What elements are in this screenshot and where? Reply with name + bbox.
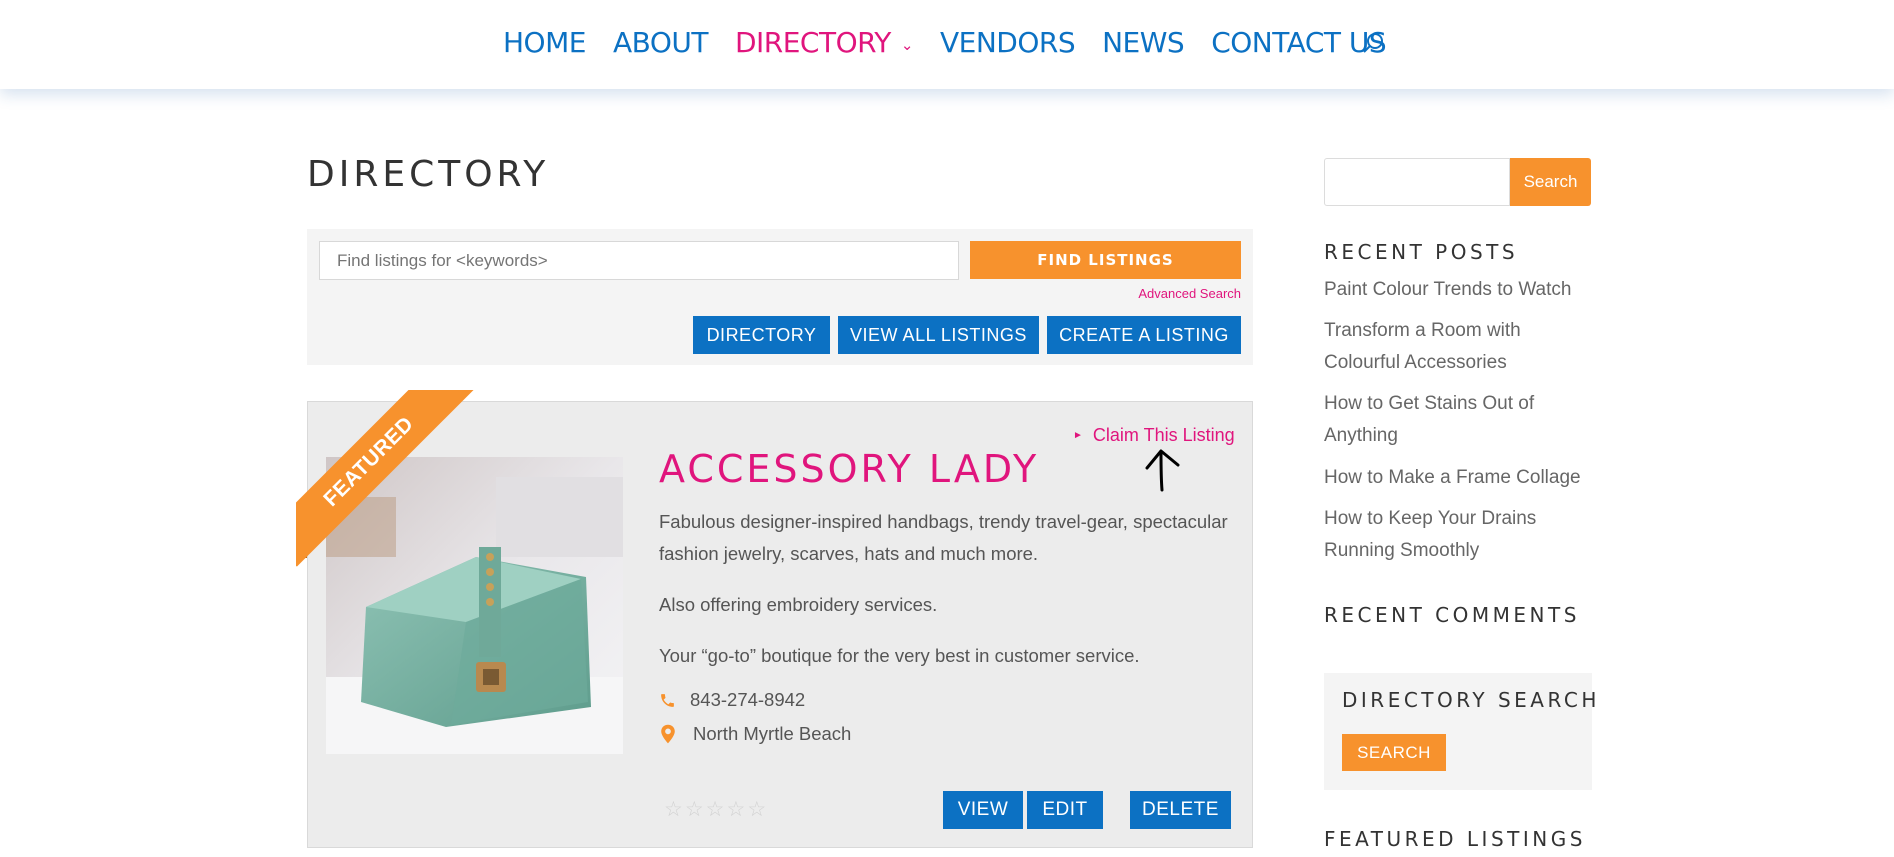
listing-description: Fabulous designer-inspired handbags, tre… bbox=[659, 511, 1228, 564]
nav-item-contact-us[interactable]: CONTACT US bbox=[1211, 26, 1386, 59]
sidebar-search-input[interactable] bbox=[1324, 158, 1510, 206]
chevron-down-icon: ⌄ bbox=[900, 35, 914, 54]
featured-listings-heading: FEATURED LISTINGS bbox=[1324, 827, 1586, 851]
find-listings-button[interactable]: FIND LISTINGS bbox=[970, 241, 1241, 279]
edit-listing-button[interactable]: EDIT bbox=[1027, 791, 1103, 829]
recent-comments-heading: RECENT COMMENTS bbox=[1324, 603, 1580, 627]
directory-search-widget: DIRECTORY SEARCH SEARCH bbox=[1324, 673, 1596, 790]
up-arrow-icon bbox=[1145, 449, 1180, 492]
nav-item-vendors[interactable]: VENDORS bbox=[940, 26, 1076, 59]
directory-search-button[interactable]: SEARCH bbox=[1342, 734, 1446, 771]
phone-number[interactable]: 843-274-8942 bbox=[690, 689, 805, 711]
listing-description-tagline: Your “go-to” boutique for the very best … bbox=[659, 645, 1140, 666]
nav-item-home[interactable]: HOME bbox=[503, 26, 586, 59]
view-listing-button[interactable]: VIEW bbox=[943, 791, 1023, 829]
location-row: North Myrtle Beach bbox=[659, 723, 851, 745]
directory-button[interactable]: DIRECTORY bbox=[693, 316, 830, 354]
listing-title[interactable]: ACCESSORY LADY bbox=[659, 447, 1039, 491]
sidebar-search-button[interactable]: Search bbox=[1510, 158, 1591, 206]
create-a-listing-button[interactable]: CREATE A LISTING bbox=[1047, 316, 1241, 354]
directory-search-panel: FIND LISTINGS Advanced Search DIRECTORY … bbox=[307, 229, 1253, 365]
view-all-listings-button[interactable]: VIEW ALL LISTINGS bbox=[838, 316, 1039, 354]
nav-item-directory[interactable]: DIRECTORY ⌄ bbox=[735, 26, 914, 59]
star-icon[interactable]: ☆ bbox=[685, 797, 704, 822]
claim-listing-link[interactable]: ► Claim This Listing bbox=[1073, 425, 1235, 446]
location-text: North Myrtle Beach bbox=[693, 723, 852, 744]
nav-menu: HOME ABOUT DIRECTORY ⌄ VENDORS NEWS CONT… bbox=[503, 26, 1413, 59]
star-icon[interactable]: ☆ bbox=[726, 797, 745, 822]
map-pin-icon bbox=[661, 724, 675, 744]
phone-row: 843-274-8942 bbox=[659, 689, 805, 711]
recent-posts-heading: RECENT POSTS bbox=[1324, 240, 1519, 264]
triangle-right-icon: ► bbox=[1073, 430, 1083, 441]
recent-post-link[interactable]: How to Make a Frame Collage bbox=[1324, 462, 1594, 494]
star-icon[interactable]: ☆ bbox=[706, 797, 725, 822]
featured-badge: FEATURED bbox=[296, 390, 474, 567]
star-icon[interactable]: ☆ bbox=[747, 797, 766, 822]
nav-item-news[interactable]: NEWS bbox=[1102, 26, 1185, 59]
star-rating: ☆ ☆ ☆ ☆ ☆ bbox=[664, 797, 768, 822]
recent-post-link[interactable]: How to Get Stains Out of Anything bbox=[1324, 388, 1594, 452]
directory-search-heading: DIRECTORY SEARCH bbox=[1342, 688, 1600, 712]
recent-post-link[interactable]: Transform a Room with Colourful Accessor… bbox=[1324, 315, 1594, 379]
phone-icon bbox=[661, 693, 674, 707]
delete-listing-button[interactable]: DELETE bbox=[1130, 791, 1231, 829]
page-title: DIRECTORY bbox=[307, 154, 550, 195]
recent-post-link[interactable]: Paint Colour Trends to Watch bbox=[1324, 274, 1594, 306]
nav-item-about[interactable]: ABOUT bbox=[613, 26, 709, 59]
listing-description-services: Also offering embroidery services. bbox=[659, 594, 938, 615]
star-icon[interactable]: ☆ bbox=[664, 797, 683, 822]
search-icon[interactable] bbox=[1362, 31, 1386, 55]
featured-ribbon: FEATURED bbox=[296, 390, 476, 570]
recent-post-link[interactable]: How to Keep Your Drains Running Smoothly bbox=[1324, 503, 1594, 567]
advanced-search-link[interactable]: Advanced Search bbox=[1138, 286, 1241, 301]
main-navigation: HOME ABOUT DIRECTORY ⌄ VENDORS NEWS CONT… bbox=[0, 0, 1894, 89]
keywords-search-input[interactable] bbox=[319, 241, 959, 280]
